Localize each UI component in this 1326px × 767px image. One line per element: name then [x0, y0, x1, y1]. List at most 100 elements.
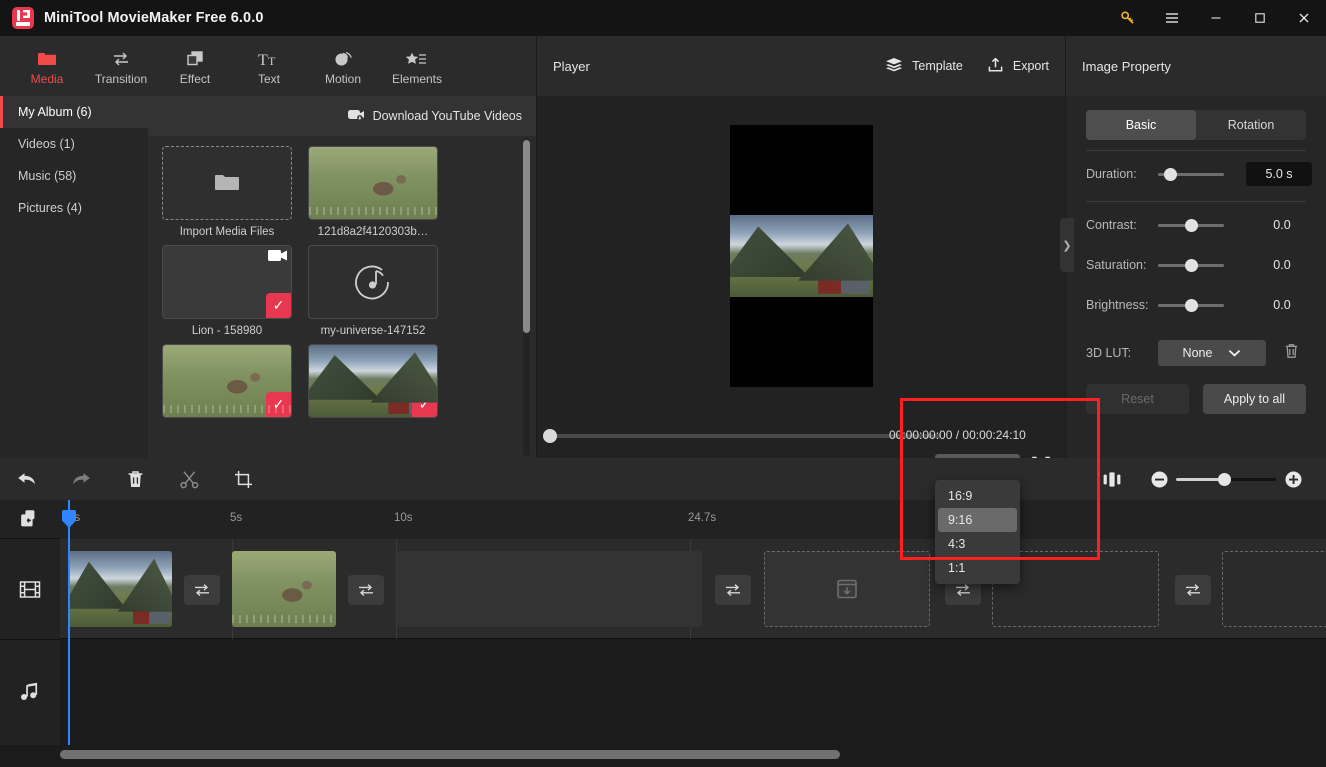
tab-effect[interactable]: Effect — [158, 47, 232, 86]
menu-icon[interactable] — [1150, 0, 1194, 36]
duration-value[interactable]: 5.0 s — [1246, 162, 1312, 186]
apply-to-all-button[interactable]: Apply to all — [1203, 384, 1306, 414]
saturation-label: Saturation: — [1086, 258, 1147, 272]
reset-button[interactable]: Reset — [1086, 384, 1189, 414]
saturation-slider[interactable] — [1158, 258, 1224, 272]
seek-bar[interactable] — [543, 429, 941, 443]
minimize-button[interactable] — [1194, 0, 1238, 36]
ruler-tick: 5s — [230, 512, 243, 524]
media-thumbnail[interactable]: ✓ — [162, 245, 292, 319]
contrast-slider[interactable] — [1158, 218, 1224, 232]
tab-text[interactable]: T T Text — [232, 47, 306, 86]
export-label: Export — [1012, 59, 1049, 73]
split-button[interactable] — [162, 458, 216, 500]
tab-rotation[interactable]: Rotation — [1196, 110, 1306, 140]
window-controls — [1106, 0, 1326, 36]
media-scrollbar[interactable] — [523, 138, 530, 456]
contrast-label: Contrast: — [1086, 218, 1137, 232]
export-button[interactable]: Export — [987, 57, 1049, 76]
tab-media[interactable]: Media — [10, 47, 84, 86]
timeline-tracks — [60, 539, 1326, 745]
player-header-actions: Template Export — [885, 57, 1049, 76]
tab-transition[interactable]: Transition — [84, 47, 158, 86]
seek-knob[interactable] — [543, 429, 557, 443]
ruler-tick: 24.7s — [688, 512, 717, 524]
media-item-rabbit-2[interactable]: ✓ — [162, 344, 292, 418]
transition-marker[interactable] — [348, 575, 384, 605]
saturation-value: 0.0 — [1273, 258, 1291, 272]
aspect-option-9-16[interactable]: 9:16 — [938, 508, 1017, 532]
property-buttons: Reset Apply to all — [1066, 370, 1326, 414]
playhead[interactable] — [62, 500, 76, 745]
media-item-audio[interactable]: my-universe-147152 — [308, 245, 438, 337]
timeline-ruler[interactable]: 0s 5s 10s 24.7s — [60, 500, 1326, 539]
transition-marker[interactable] — [715, 575, 751, 605]
clip-rabbit[interactable] — [232, 551, 336, 627]
player-panel: Player Template Export 00:00:00:00 / 00:… — [537, 36, 1065, 584]
crop-button[interactable] — [216, 458, 270, 500]
sidebar-item-my-album[interactable]: My Album (6) — [0, 96, 148, 128]
chevron-down-icon — [1228, 346, 1241, 360]
media-item-rabbit[interactable]: 121d8a2f4120303b… — [308, 146, 438, 238]
video-track[interactable] — [60, 539, 1326, 639]
audio-track[interactable] — [60, 640, 1326, 745]
maximize-button[interactable] — [1238, 0, 1282, 36]
transition-marker[interactable] — [184, 575, 220, 605]
empty-clip-slot[interactable] — [764, 551, 930, 627]
zoom-out-button[interactable] — [1142, 458, 1176, 500]
zoom-knob[interactable] — [1218, 472, 1231, 486]
timeline-zoom-slider[interactable] — [1176, 472, 1276, 486]
clip-lion[interactable] — [397, 551, 702, 627]
tab-basic[interactable]: Basic — [1086, 110, 1196, 140]
tab-transition-label: Transition — [94, 71, 148, 86]
placeholder-media-icon — [837, 579, 857, 599]
download-youtube-videos-button[interactable]: Download YouTube Videos — [347, 108, 522, 124]
transition-marker[interactable] — [1175, 575, 1211, 605]
media-item-valley[interactable]: ✓ — [308, 344, 438, 418]
brightness-slider[interactable] — [1158, 298, 1224, 312]
sidebar-item-videos[interactable]: Videos (1) — [0, 128, 148, 160]
sidebar-item-pictures[interactable]: Pictures (4) — [0, 192, 148, 224]
lut-select[interactable]: None — [1158, 340, 1266, 366]
zoom-in-button[interactable] — [1276, 458, 1310, 500]
preview-image — [729, 215, 873, 297]
app-title: MiniTool MovieMaker Free 6.0.0 — [44, 10, 264, 26]
lut-delete-icon[interactable] — [1284, 343, 1299, 364]
video-track-header[interactable] — [0, 539, 60, 640]
media-thumbnail[interactable] — [308, 146, 438, 220]
image-property-panel: Image Property Basic Rotation Duration: … — [1066, 36, 1326, 458]
license-key-icon[interactable] — [1106, 0, 1150, 36]
add-media-button[interactable] — [0, 500, 60, 539]
collapse-panel-button[interactable]: ❯ — [1060, 218, 1074, 272]
media-item-lion[interactable]: ✓ Lion - 158980 — [162, 245, 292, 337]
lut-value: None — [1182, 346, 1213, 360]
media-thumbnail[interactable]: ✓ — [308, 344, 438, 418]
duration-slider[interactable] — [1158, 167, 1224, 181]
media-item-import[interactable]: Import Media Files — [162, 146, 292, 238]
redo-button[interactable] — [54, 458, 108, 500]
empty-clip-slot[interactable] — [1222, 551, 1326, 627]
audio-track-header[interactable] — [0, 640, 60, 744]
template-button[interactable]: Template — [885, 57, 963, 75]
player-title: Player — [553, 58, 590, 74]
video-badge-icon — [268, 249, 288, 263]
aspect-option-16-9[interactable]: 16:9 — [935, 484, 1020, 508]
media-thumbnail[interactable] — [308, 245, 438, 319]
import-media-dropzone[interactable] — [162, 146, 292, 220]
sidebar-item-music[interactable]: Music (58) — [0, 160, 148, 192]
tab-motion[interactable]: Motion — [306, 47, 380, 86]
aspect-option-4-3[interactable]: 4:3 — [935, 532, 1020, 556]
close-button[interactable] — [1282, 0, 1326, 36]
aspect-option-1-1[interactable]: 1:1 — [935, 556, 1020, 580]
fit-timeline-icon[interactable] — [1090, 458, 1134, 500]
svg-text:T: T — [268, 54, 276, 67]
contrast-value: 0.0 — [1273, 218, 1291, 232]
clip-valley[interactable] — [68, 551, 172, 627]
property-row-saturation: Saturation: 0.0 — [1066, 248, 1326, 282]
ruler-tick: 10s — [394, 512, 413, 524]
tab-elements[interactable]: Elements — [380, 47, 454, 86]
media-thumbnail[interactable]: ✓ — [162, 344, 292, 418]
delete-button[interactable] — [108, 458, 162, 500]
timeline-horizontal-scrollbar[interactable] — [60, 750, 1318, 759]
undo-button[interactable] — [0, 458, 54, 500]
